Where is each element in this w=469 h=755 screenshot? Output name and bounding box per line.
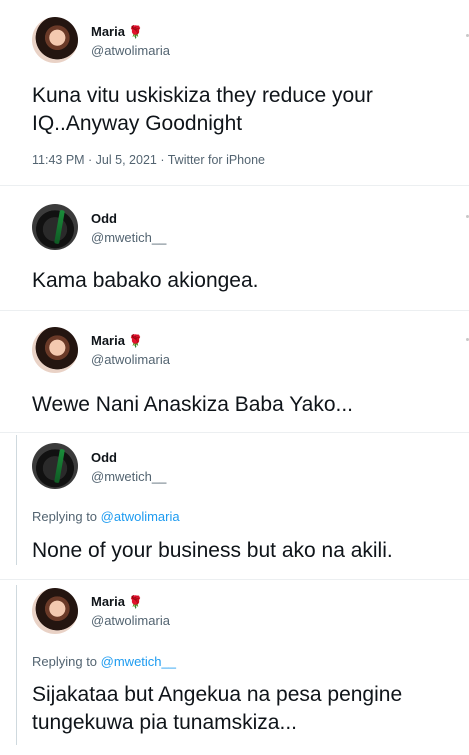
avatar[interactable]	[32, 588, 78, 634]
display-name[interactable]: Odd	[91, 211, 117, 226]
tweet-text: None of your business but ako na akili.	[32, 539, 393, 562]
display-name[interactable]: Odd	[91, 450, 117, 465]
rose-emoji: 🌹	[127, 25, 143, 39]
tweet-text: Kuna vitu uskiskiza they reduce your IQ.…	[32, 84, 373, 135]
tweet-text: Kama babako akiongea.	[32, 269, 259, 292]
tweet-text-line: Sijakataa but Angekua na pesa pengine	[32, 683, 403, 706]
user-handle[interactable]: @atwolimaria	[91, 613, 170, 628]
user-handle[interactable]: @mwetich__	[91, 230, 166, 245]
display-name[interactable]: Maria 🌹	[91, 24, 143, 39]
rose-emoji: 🌹	[127, 595, 143, 609]
tweet-text-line: tungekuwa pia tunamskiza...	[32, 711, 297, 734]
tweet-timestamp[interactable]: 11:43 PM · Jul 5, 2021 · Twitter for iPh…	[32, 153, 265, 167]
rose-emoji: 🌹	[127, 334, 143, 348]
replying-to: Replying to @mwetich__	[32, 654, 176, 669]
tweet-text: Wewe Nani Anaskiza Baba Yako...	[32, 393, 354, 416]
avatar[interactable]	[32, 327, 78, 373]
avatar[interactable]	[32, 443, 78, 489]
tweet[interactable]: Odd @mwetich__ Replying to @atwolimaria …	[0, 433, 469, 579]
reply-mention-link[interactable]: @atwolimaria	[101, 509, 180, 524]
display-name[interactable]: Maria 🌹	[91, 333, 143, 348]
tweet[interactable]: Maria 🌹 @atwolimaria Replying to @mwetich…	[0, 580, 469, 755]
tweet[interactable]: Odd @mwetich__ Kama babako akiongea.	[0, 186, 469, 310]
tweet[interactable]: Maria 🌹 @atwolimaria Kuna vitu uskiskiza …	[0, 0, 469, 185]
user-handle[interactable]: @atwolimaria	[91, 352, 170, 367]
avatar[interactable]	[32, 17, 78, 63]
user-handle[interactable]: @atwolimaria	[91, 43, 170, 58]
tweet-text: Sijakataa but Angekua na pesa pengine tu…	[32, 681, 402, 737]
tweet[interactable]: Maria 🌹 @atwolimaria Wewe Nani Anaskiza B…	[0, 311, 469, 435]
replying-to: Replying to @atwolimaria	[32, 509, 180, 524]
avatar[interactable]	[32, 204, 78, 250]
reply-mention-link[interactable]: @mwetich__	[101, 654, 176, 669]
user-handle[interactable]: @mwetich__	[91, 469, 166, 484]
display-name[interactable]: Maria 🌹	[91, 594, 143, 609]
